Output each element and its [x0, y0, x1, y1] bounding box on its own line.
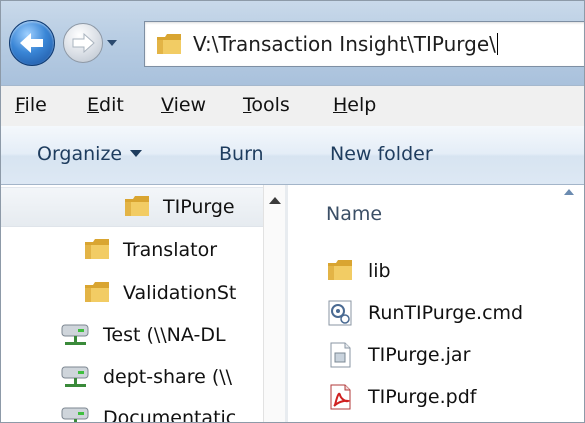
menu-help[interactable]: Help: [333, 94, 376, 116]
address-path[interactable]: V:\Transaction Insight\TIPurge\: [193, 32, 498, 56]
nav-item-label: ValidationSt: [123, 282, 237, 304]
menu-file[interactable]: File: [15, 94, 47, 116]
folder-icon: [85, 282, 109, 302]
menu-edit[interactable]: Edit: [87, 94, 124, 116]
nav-item-test-drive[interactable]: Test (\\NA-DL: [1, 316, 263, 354]
navigation-pane: TIPurge Translator ValidationSt Test (\\…: [1, 185, 263, 423]
nav-item-dept-share[interactable]: dept-share (\\: [1, 358, 263, 396]
new-folder-button[interactable]: New folder: [330, 143, 433, 165]
file-row-jar[interactable]: TIPurge.jar: [288, 335, 584, 375]
folder-icon: [125, 196, 149, 216]
back-button[interactable]: [9, 20, 55, 66]
menu-tools[interactable]: Tools: [243, 94, 290, 116]
file-name: lib: [368, 260, 391, 282]
nav-item-label: Documentatic: [103, 407, 237, 423]
folder-icon: [328, 260, 352, 280]
network-drive-icon: [61, 366, 89, 387]
jar-file-icon: [330, 342, 351, 368]
column-header-name[interactable]: Name: [326, 203, 382, 225]
file-name: RunTIPurge.cmd: [368, 302, 524, 324]
nav-item-documentation[interactable]: Documentatic: [1, 399, 263, 423]
menu-view[interactable]: View: [161, 94, 206, 116]
menu-bar: File Edit View Tools Help: [1, 85, 584, 127]
address-field[interactable]: V:\Transaction Insight\TIPurge\: [144, 21, 584, 67]
network-drive-icon: [61, 407, 89, 422]
explorer-window: V:\Transaction Insight\TIPurge\ File Edi…: [0, 0, 585, 423]
cmd-file-icon: [328, 300, 352, 326]
nav-item-label: Test (\\NA-DL: [103, 324, 226, 346]
pdf-file-icon: [330, 384, 351, 410]
chevron-down-icon: [107, 40, 117, 46]
nav-item-label: TIPurge: [163, 196, 235, 218]
navigation-scrollbar[interactable]: [263, 185, 286, 422]
file-name: TIPurge.jar: [368, 344, 471, 366]
organize-label: Organize: [37, 143, 123, 165]
organize-button[interactable]: Organize: [37, 143, 143, 165]
nav-item-label: dept-share (\\: [103, 366, 233, 388]
folder-icon: [85, 239, 109, 259]
nav-item-label: Translator: [123, 239, 218, 261]
text-caret: [496, 33, 498, 55]
file-row-pdf[interactable]: TIPurge.pdf: [288, 377, 584, 417]
command-bar: Organize Burn New folder: [1, 126, 584, 185]
file-row-lib[interactable]: lib: [288, 251, 584, 291]
folder-icon: [157, 34, 181, 54]
nav-item-validation[interactable]: ValidationSt: [1, 274, 263, 312]
file-row-runtipurge[interactable]: RunTIPurge.cmd: [288, 293, 584, 333]
sort-ascending-icon: [564, 189, 574, 195]
network-drive-icon: [61, 324, 89, 345]
recent-pages-dropdown[interactable]: [105, 35, 119, 49]
file-list-pane: Name lib RunTIPurge.cmd TIPurge.jar TIPu…: [288, 185, 584, 422]
arrow-left-icon: [20, 33, 43, 53]
chevron-down-icon: [130, 150, 143, 157]
forward-button[interactable]: [63, 23, 103, 63]
address-bar-area: V:\Transaction Insight\TIPurge\: [1, 1, 584, 85]
arrow-right-icon: [72, 32, 95, 54]
scroll-up-icon[interactable]: [269, 197, 281, 204]
nav-item-translator[interactable]: Translator: [1, 231, 263, 269]
file-name: TIPurge.pdf: [368, 386, 477, 408]
nav-item-tipurge[interactable]: TIPurge: [1, 187, 263, 227]
burn-button[interactable]: Burn: [219, 143, 264, 165]
